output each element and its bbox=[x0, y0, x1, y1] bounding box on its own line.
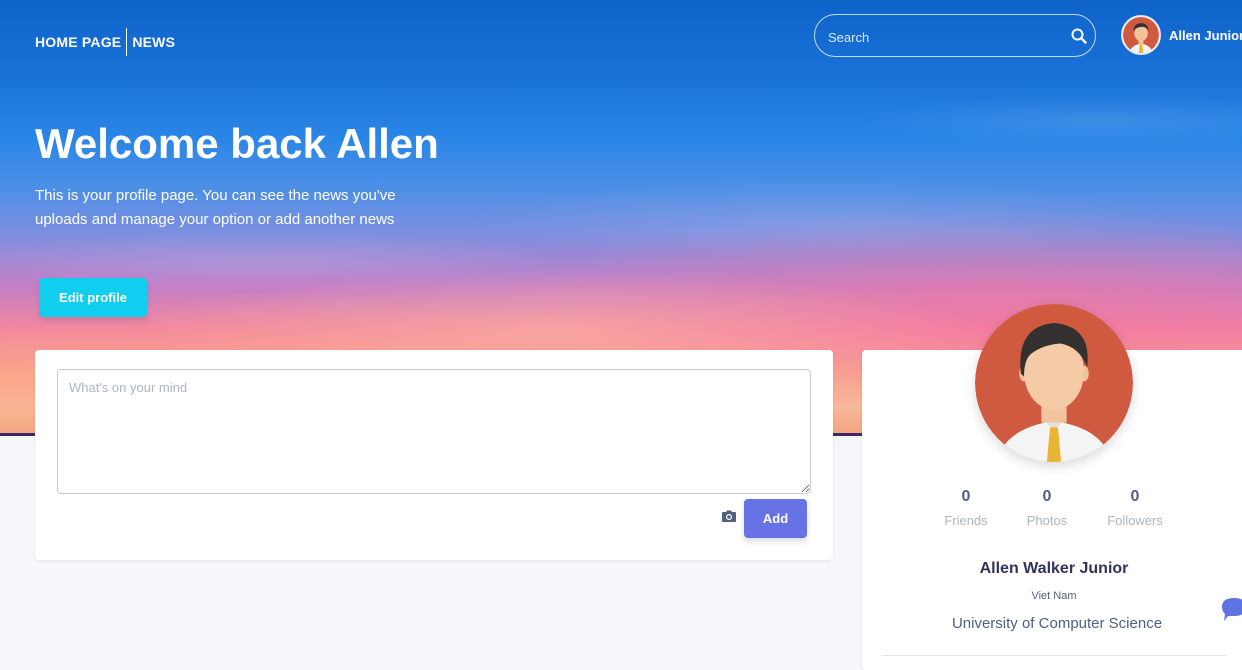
stat-followers-label: Followers bbox=[1107, 513, 1163, 528]
avatar-image bbox=[1123, 17, 1159, 53]
nav-link-home[interactable]: HOME PAGE bbox=[35, 34, 121, 50]
stat-photos-label: Photos bbox=[1026, 513, 1068, 528]
profile-avatar-image bbox=[975, 304, 1133, 462]
top-nav: HOME PAGE NEWS bbox=[35, 28, 175, 56]
post-textarea[interactable] bbox=[57, 369, 811, 494]
stat-friends-label: Friends bbox=[944, 513, 988, 528]
user-name[interactable]: Allen Junior bbox=[1169, 28, 1242, 43]
stat-followers: 0 Followers bbox=[1090, 488, 1180, 528]
profile-school: University of Computer Science bbox=[951, 615, 1163, 632]
avatar[interactable] bbox=[1121, 15, 1161, 55]
stat-followers-value: 0 bbox=[1130, 488, 1140, 505]
profile-avatar[interactable] bbox=[975, 304, 1133, 462]
page-title: Welcome back Allen bbox=[35, 120, 439, 167]
nav-divider bbox=[126, 28, 128, 56]
page-description: This is your profile page. You can see t… bbox=[35, 187, 396, 228]
stat-friends-value: 0 bbox=[961, 488, 971, 505]
search-box[interactable] bbox=[814, 14, 1096, 57]
profile-country: Viet Nam bbox=[1031, 590, 1077, 602]
user-menu[interactable]: Allen Junior bbox=[1121, 15, 1242, 55]
profile-divider bbox=[882, 655, 1226, 656]
stat-photos: 0 Photos bbox=[1002, 488, 1092, 528]
edit-profile-button[interactable]: Edit profile bbox=[39, 278, 147, 317]
search-input[interactable] bbox=[826, 25, 1060, 49]
stat-friends: 0 Friends bbox=[921, 488, 1011, 528]
add-post-button[interactable]: Add bbox=[744, 499, 807, 538]
chat-icon[interactable] bbox=[1222, 596, 1242, 622]
nav-link-news[interactable]: NEWS bbox=[132, 34, 175, 50]
new-post-card: Add bbox=[35, 350, 833, 560]
profile-name: Allen Walker Junior bbox=[979, 560, 1129, 577]
camera-icon[interactable] bbox=[721, 509, 737, 523]
search-icon[interactable] bbox=[1071, 28, 1087, 44]
stat-photos-value: 0 bbox=[1042, 488, 1052, 505]
